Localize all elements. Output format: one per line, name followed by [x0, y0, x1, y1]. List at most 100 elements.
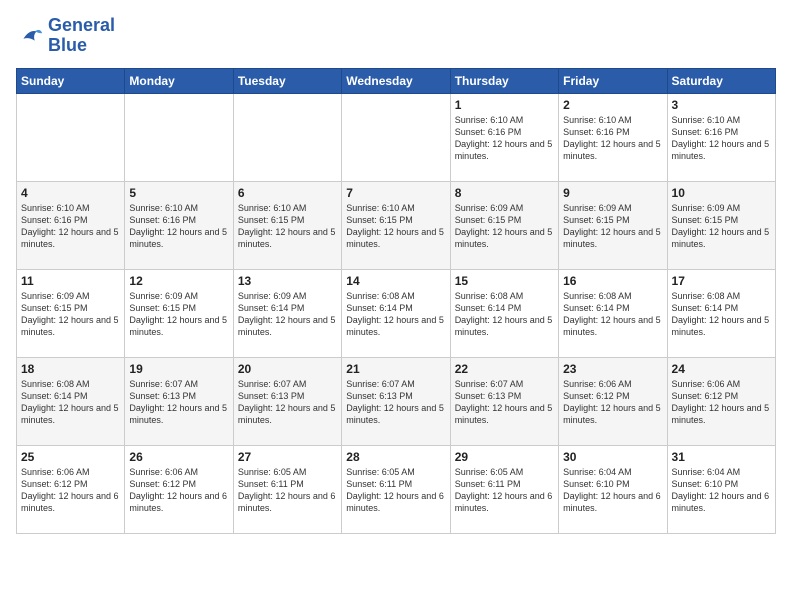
calendar-cell: 22 Sunrise: 6:07 AM Sunset: 6:13 PM Dayli…	[450, 357, 558, 445]
calendar-cell: 1Sunrise: 6:10 AM Sunset: 6:16 PM Daylig…	[450, 93, 558, 181]
day-info: Sunrise: 6:10 AM Sunset: 6:16 PM Dayligh…	[672, 114, 771, 163]
day-number: 16	[563, 274, 662, 288]
calendar-cell: 7 Sunrise: 6:10 AM Sunset: 6:15 PM Daylig…	[342, 181, 450, 269]
day-number: 7	[346, 186, 445, 200]
day-info: Sunrise: 6:05 AM Sunset: 6:11 PM Dayligh…	[238, 466, 337, 515]
calendar-cell: 29 Sunrise: 6:05 AM Sunset: 6:11 PM Dayli…	[450, 445, 558, 533]
col-header-tuesday: Tuesday	[233, 68, 341, 93]
calendar-cell: 21 Sunrise: 6:07 AM Sunset: 6:13 PM Dayli…	[342, 357, 450, 445]
day-number: 31	[672, 450, 771, 464]
day-number: 20	[238, 362, 337, 376]
day-info: Sunrise: 6:07 AM Sunset: 6:13 PM Dayligh…	[346, 378, 445, 427]
day-info: Sunrise: 6:09 AM Sunset: 6:15 PM Dayligh…	[563, 202, 662, 251]
day-number: 5	[129, 186, 228, 200]
day-number: 15	[455, 274, 554, 288]
day-info: Sunrise: 6:07 AM Sunset: 6:13 PM Dayligh…	[455, 378, 554, 427]
day-info: Sunrise: 6:09 AM Sunset: 6:14 PM Dayligh…	[238, 290, 337, 339]
col-header-thursday: Thursday	[450, 68, 558, 93]
day-info: Sunrise: 6:09 AM Sunset: 6:15 PM Dayligh…	[672, 202, 771, 251]
day-info: Sunrise: 6:09 AM Sunset: 6:15 PM Dayligh…	[129, 290, 228, 339]
col-header-monday: Monday	[125, 68, 233, 93]
calendar-cell: 26 Sunrise: 6:06 AM Sunset: 6:12 PM Dayli…	[125, 445, 233, 533]
day-info: Sunrise: 6:06 AM Sunset: 6:12 PM Dayligh…	[672, 378, 771, 427]
day-number: 6	[238, 186, 337, 200]
day-info: Sunrise: 6:09 AM Sunset: 6:15 PM Dayligh…	[21, 290, 120, 339]
calendar-cell: 19 Sunrise: 6:07 AM Sunset: 6:13 PM Dayli…	[125, 357, 233, 445]
calendar-cell: 18Sunrise: 6:08 AM Sunset: 6:14 PM Dayli…	[17, 357, 125, 445]
day-info: Sunrise: 6:06 AM Sunset: 6:12 PM Dayligh…	[21, 466, 120, 515]
calendar-cell: 17 Sunrise: 6:08 AM Sunset: 6:14 PM Dayli…	[667, 269, 775, 357]
calendar-cell: 28Sunrise: 6:05 AM Sunset: 6:11 PM Dayli…	[342, 445, 450, 533]
calendar-cell: 14 Sunrise: 6:08 AM Sunset: 6:14 PM Dayli…	[342, 269, 450, 357]
day-info: Sunrise: 6:04 AM Sunset: 6:10 PM Dayligh…	[672, 466, 771, 515]
day-number: 8	[455, 186, 554, 200]
day-info: Sunrise: 6:05 AM Sunset: 6:11 PM Dayligh…	[346, 466, 445, 515]
day-info: Sunrise: 6:10 AM Sunset: 6:16 PM Dayligh…	[129, 202, 228, 251]
day-number: 19	[129, 362, 228, 376]
calendar-cell: 20Sunrise: 6:07 AM Sunset: 6:13 PM Dayli…	[233, 357, 341, 445]
day-number: 22	[455, 362, 554, 376]
day-number: 2	[563, 98, 662, 112]
calendar-cell: 12 Sunrise: 6:09 AM Sunset: 6:15 PM Dayli…	[125, 269, 233, 357]
logo-icon	[16, 22, 44, 50]
day-info: Sunrise: 6:08 AM Sunset: 6:14 PM Dayligh…	[455, 290, 554, 339]
col-header-sunday: Sunday	[17, 68, 125, 93]
calendar-cell: 30Sunrise: 6:04 AM Sunset: 6:10 PM Dayli…	[559, 445, 667, 533]
page-header: General Blue	[16, 16, 776, 56]
calendar-cell: 31 Sunrise: 6:04 AM Sunset: 6:10 PM Dayli…	[667, 445, 775, 533]
logo: General Blue	[16, 16, 115, 56]
week-row-4: 18Sunrise: 6:08 AM Sunset: 6:14 PM Dayli…	[17, 357, 776, 445]
day-number: 27	[238, 450, 337, 464]
day-number: 23	[563, 362, 662, 376]
day-info: Sunrise: 6:07 AM Sunset: 6:13 PM Dayligh…	[129, 378, 228, 427]
calendar-cell: 9 Sunrise: 6:09 AM Sunset: 6:15 PM Daylig…	[559, 181, 667, 269]
day-number: 25	[21, 450, 120, 464]
calendar-cell	[342, 93, 450, 181]
day-info: Sunrise: 6:10 AM Sunset: 6:16 PM Dayligh…	[563, 114, 662, 163]
day-info: Sunrise: 6:10 AM Sunset: 6:15 PM Dayligh…	[346, 202, 445, 251]
calendar-cell: 16 Sunrise: 6:08 AM Sunset: 6:14 PM Dayli…	[559, 269, 667, 357]
day-info: Sunrise: 6:05 AM Sunset: 6:11 PM Dayligh…	[455, 466, 554, 515]
calendar-cell: 24 Sunrise: 6:06 AM Sunset: 6:12 PM Dayli…	[667, 357, 775, 445]
day-info: Sunrise: 6:10 AM Sunset: 6:16 PM Dayligh…	[21, 202, 120, 251]
day-number: 17	[672, 274, 771, 288]
calendar-cell: 6 Sunrise: 6:10 AM Sunset: 6:15 PM Daylig…	[233, 181, 341, 269]
day-number: 12	[129, 274, 228, 288]
week-row-3: 11 Sunrise: 6:09 AM Sunset: 6:15 PM Dayli…	[17, 269, 776, 357]
day-number: 21	[346, 362, 445, 376]
day-info: Sunrise: 6:06 AM Sunset: 6:12 PM Dayligh…	[129, 466, 228, 515]
day-number: 26	[129, 450, 228, 464]
calendar-cell: 25 Sunrise: 6:06 AM Sunset: 6:12 PM Dayli…	[17, 445, 125, 533]
calendar-cell: 4 Sunrise: 6:10 AM Sunset: 6:16 PM Daylig…	[17, 181, 125, 269]
day-number: 4	[21, 186, 120, 200]
col-header-wednesday: Wednesday	[342, 68, 450, 93]
day-number: 24	[672, 362, 771, 376]
week-row-1: 1 Sunrise: 6:10 AM Sunset: 6:16 PM Daylig…	[17, 93, 776, 181]
day-number: 10	[672, 186, 771, 200]
day-number: 9	[563, 186, 662, 200]
calendar-table: SundayMondayTuesdayWednesdayThursdayFrid…	[16, 68, 776, 534]
day-info: Sunrise: 6:08 AM Sunset: 6:14 PM Dayligh…	[563, 290, 662, 339]
calendar-cell: 13Sunrise: 6:09 AM Sunset: 6:14 PM Dayli…	[233, 269, 341, 357]
logo-text: General Blue	[48, 16, 115, 56]
day-number: 11	[21, 274, 120, 288]
calendar-cell: 23Sunrise: 6:06 AM Sunset: 6:12 PM Dayli…	[559, 357, 667, 445]
calendar-cell	[125, 93, 233, 181]
day-info: Sunrise: 6:08 AM Sunset: 6:14 PM Dayligh…	[672, 290, 771, 339]
calendar-cell: 15 Sunrise: 6:08 AM Sunset: 6:14 PM Dayli…	[450, 269, 558, 357]
calendar-cell: 3 Sunrise: 6:10 AM Sunset: 6:16 PM Daylig…	[667, 93, 775, 181]
calendar-cell: 27 Sunrise: 6:05 AM Sunset: 6:11 PM Dayli…	[233, 445, 341, 533]
col-header-saturday: Saturday	[667, 68, 775, 93]
calendar-cell: 10 Sunrise: 6:09 AM Sunset: 6:15 PM Dayli…	[667, 181, 775, 269]
day-number: 3	[672, 98, 771, 112]
calendar-cell: 5 Sunrise: 6:10 AM Sunset: 6:16 PM Daylig…	[125, 181, 233, 269]
day-number: 29	[455, 450, 554, 464]
week-row-5: 25 Sunrise: 6:06 AM Sunset: 6:12 PM Dayli…	[17, 445, 776, 533]
day-number: 14	[346, 274, 445, 288]
day-info: Sunrise: 6:04 AM Sunset: 6:10 PM Dayligh…	[563, 466, 662, 515]
day-info: Sunrise: 6:10 AM Sunset: 6:15 PM Dayligh…	[238, 202, 337, 251]
day-number: 1	[455, 98, 554, 112]
day-info: Sunrise: 6:08 AM Sunset: 6:14 PM Dayligh…	[346, 290, 445, 339]
day-info: Sunrise: 6:08 AM Sunset: 6:14 PM Dayligh…	[21, 378, 120, 427]
calendar-cell	[233, 93, 341, 181]
